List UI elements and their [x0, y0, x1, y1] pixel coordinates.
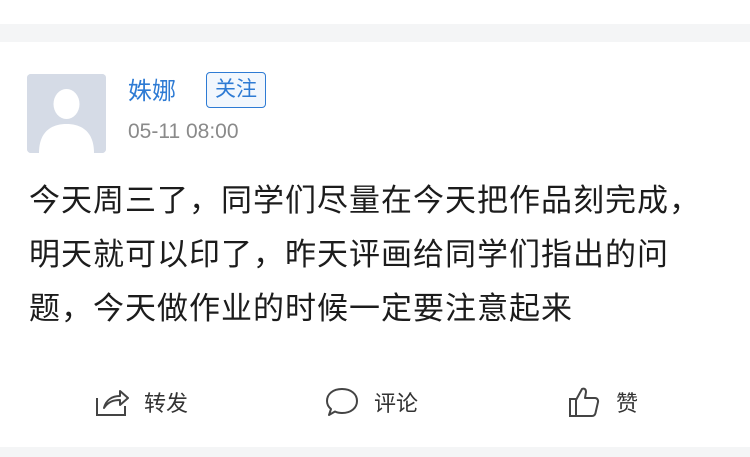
bottom-separator — [0, 447, 750, 457]
post-card: 姝娜 关注 05-11 08:00 今天周三了，同学们尽量在今天把作品刻完成，明… — [0, 42, 750, 447]
post-content: 今天周三了，同学们尽量在今天把作品刻完成，明天就可以印了，昨天评画给同学们指出的… — [29, 183, 701, 327]
comment-icon — [322, 382, 362, 422]
default-avatar-icon — [27, 74, 106, 153]
previous-item-bottom — [0, 0, 750, 24]
like-label: 赞 — [616, 392, 639, 417]
comment-label: 评论 — [374, 392, 419, 417]
avatar[interactable] — [27, 74, 106, 153]
follow-button[interactable]: 关注 — [206, 72, 266, 108]
author-name[interactable]: 姝娜 — [128, 74, 176, 108]
share-icon — [92, 382, 132, 422]
like-button[interactable]: 赞 — [564, 372, 638, 432]
post-timestamp: 05-11 08:00 — [128, 120, 239, 143]
action-bar: 转发 评论 赞 — [0, 372, 750, 432]
thumbs-up-icon — [564, 382, 604, 422]
comment-button[interactable]: 评论 — [322, 372, 418, 432]
share-label: 转发 — [144, 392, 189, 417]
top-separator — [0, 0, 750, 42]
share-button[interactable]: 转发 — [92, 372, 188, 432]
